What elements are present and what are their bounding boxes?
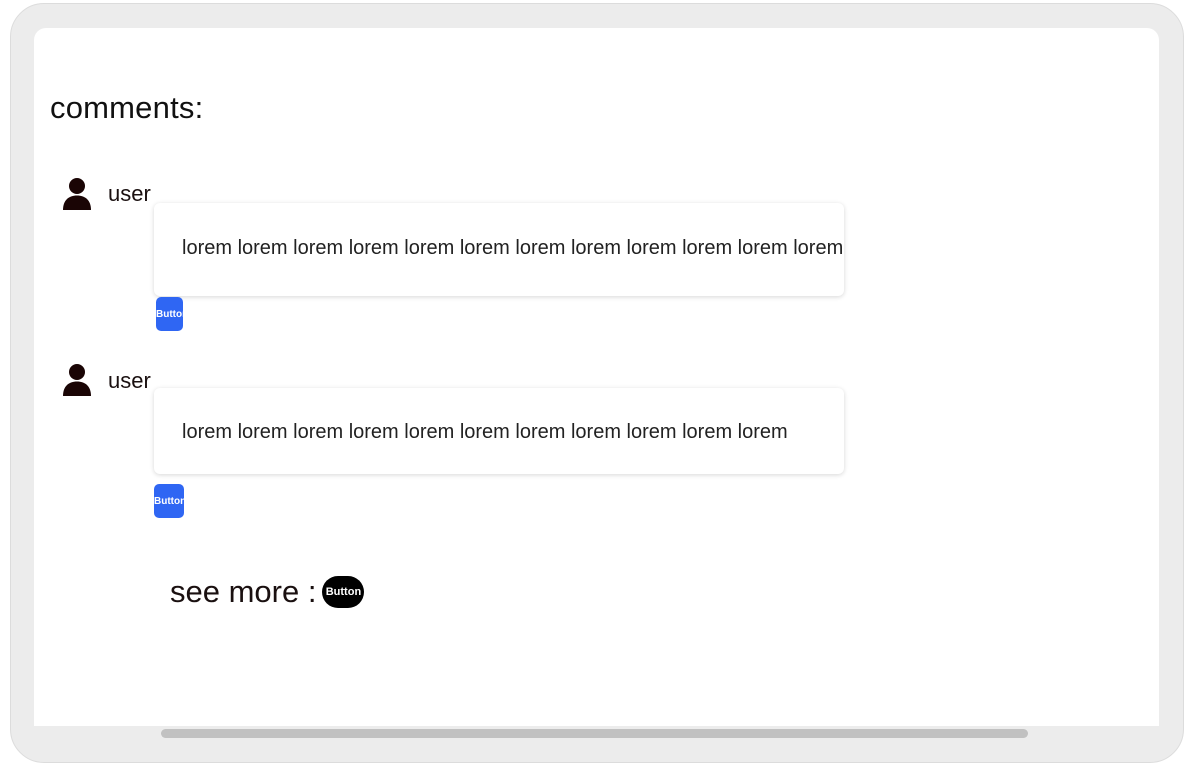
scrollbar-thumb[interactable]	[161, 729, 1028, 738]
content-area: comments: user lorem lorem lorem lorem l…	[34, 28, 1159, 732]
page-title: comments:	[50, 90, 204, 125]
see-more-button[interactable]: Button	[322, 576, 365, 608]
comment-text: lorem lorem lorem lorem lorem lorem lore…	[154, 388, 844, 474]
user-icon	[62, 363, 92, 397]
comment-action-button[interactable]: Button	[154, 484, 184, 518]
comment-author: user	[108, 181, 151, 206]
user-icon	[62, 177, 92, 211]
horizontal-scrollbar[interactable]	[34, 726, 1159, 740]
see-more-row: see more : Button	[170, 572, 365, 612]
see-more-label: see more :	[170, 574, 317, 609]
comment-action-button[interactable]: Button	[156, 297, 183, 331]
comment-text: lorem lorem lorem lorem lorem lorem lore…	[154, 203, 844, 296]
comment-author: user	[108, 368, 151, 393]
